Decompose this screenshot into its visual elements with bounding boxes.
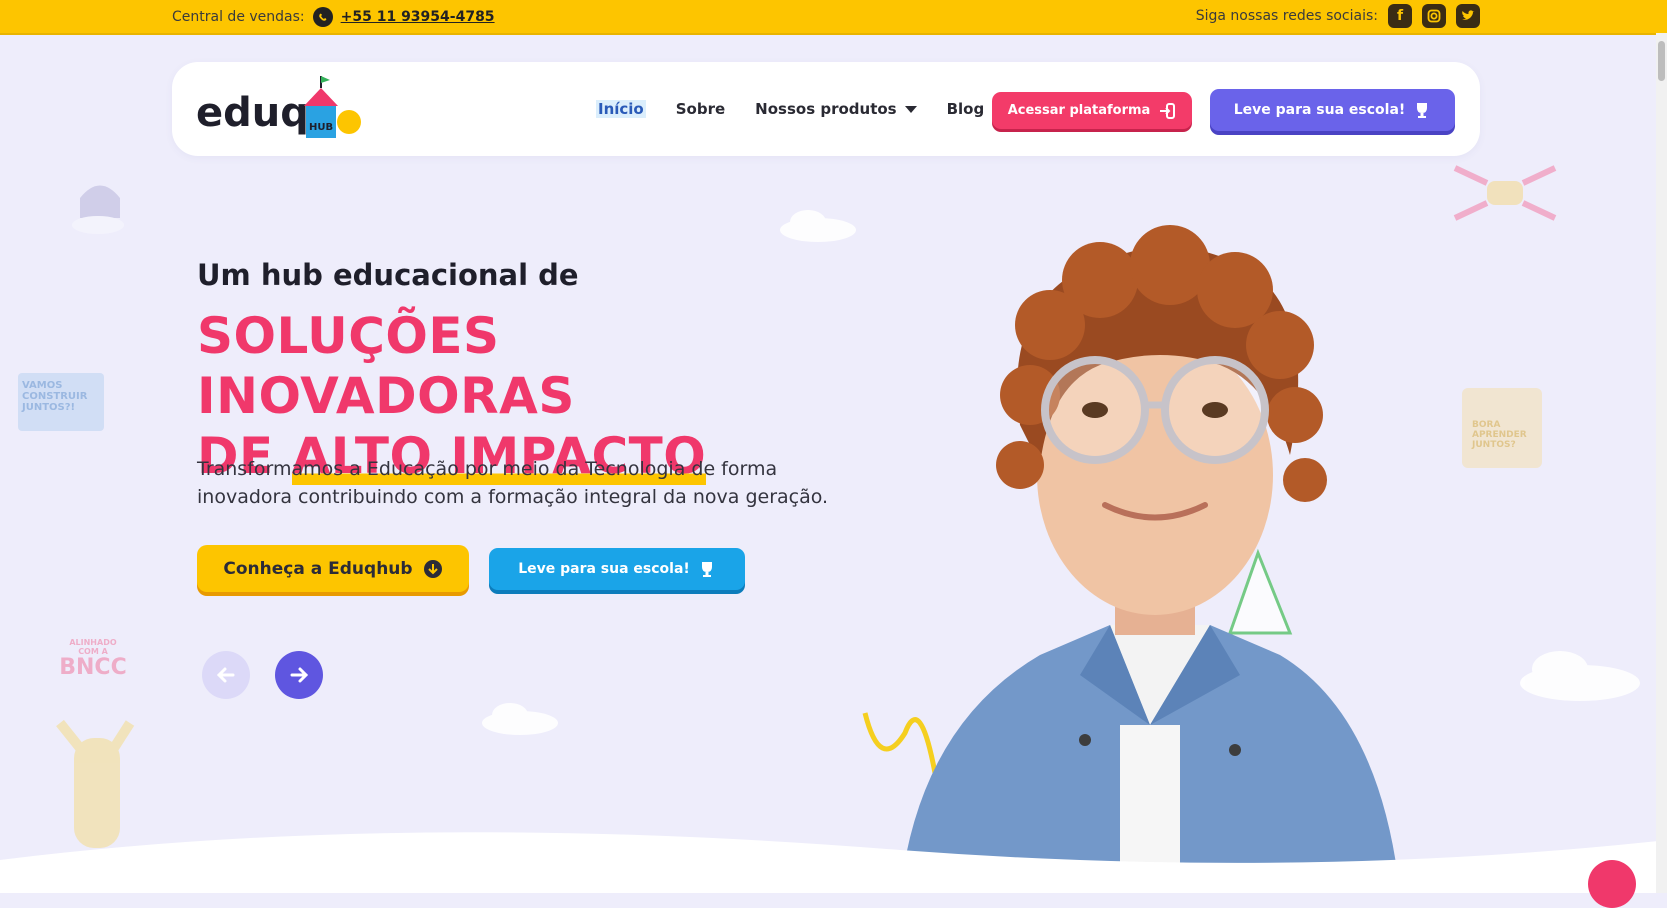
- ground-wave: [0, 832, 1667, 893]
- main-navbar: eduq HUB Início Sobre Nossos produtos Bl…: [172, 62, 1480, 156]
- svg-text:HUB: HUB: [309, 122, 333, 133]
- hero-take-to-school-label: Leve para sua escola!: [518, 561, 690, 577]
- sales-contact: Central de vendas: +55 11 93954-4785: [172, 7, 495, 27]
- hero-intro: Um hub educacional de: [197, 258, 579, 292]
- vamos-construir-badge: VAMOS CONSTRUIR JUNTOS?!: [22, 380, 88, 413]
- bncc-caption: ALINHADO COM A: [69, 638, 117, 656]
- take-to-school-label: Leve para sua escola!: [1233, 102, 1406, 118]
- instagram-icon[interactable]: [1422, 4, 1446, 28]
- chevron-down-icon: [904, 106, 917, 113]
- hero-take-to-school-button[interactable]: Leve para sua escola!: [489, 548, 745, 590]
- top-bar: Central de vendas: +55 11 93954-4785 Sig…: [0, 0, 1667, 35]
- page-scrollbar[interactable]: [1656, 33, 1667, 893]
- discover-eduqhub-button[interactable]: Conheça a Eduqhub: [197, 545, 469, 592]
- trophy-icon: [701, 562, 712, 577]
- arrow-right-icon: [290, 667, 309, 683]
- access-platform-button[interactable]: Acessar plataforma: [992, 92, 1192, 129]
- nav-link-blog[interactable]: Blog: [947, 100, 985, 118]
- hero-description: Transformamos a Educação por meio da Tec…: [197, 458, 829, 508]
- access-platform-label: Acessar plataforma: [1007, 103, 1151, 118]
- arrow-down-circle-icon: [423, 559, 442, 578]
- svg-text:eduq: eduq: [196, 90, 309, 136]
- social-label: Siga nossas redes sociais:: [1195, 8, 1378, 24]
- carousel-next-button[interactable]: [275, 651, 323, 699]
- nav-link-inicio[interactable]: Início: [596, 100, 646, 118]
- facebook-icon[interactable]: f: [1388, 4, 1412, 28]
- bora-aprender-badge: BORA APRENDER JUNTOS?: [1472, 420, 1527, 450]
- twitter-icon[interactable]: [1456, 4, 1480, 28]
- trophy-icon: [1417, 103, 1428, 118]
- take-to-school-button[interactable]: Leve para sua escola!: [1210, 89, 1455, 131]
- nav-link-sobre[interactable]: Sobre: [676, 100, 725, 118]
- arrow-left-icon: [216, 667, 235, 683]
- carousel-prev-button[interactable]: [202, 651, 250, 699]
- hero-boy-image: [900, 225, 1400, 893]
- nav-link-produtos[interactable]: Nossos produtos: [755, 100, 917, 118]
- bncc-badge: BNCC: [59, 655, 127, 680]
- discover-eduqhub-label: Conheça a Eduqhub: [223, 558, 413, 579]
- social-links: Siga nossas redes sociais: f: [1196, 4, 1480, 28]
- whatsapp-icon: [312, 7, 333, 27]
- login-icon: [1160, 102, 1176, 119]
- eduqhub-logo[interactable]: eduq HUB: [196, 74, 366, 144]
- sales-label: Central de vendas:: [172, 9, 305, 25]
- chat-widget-button[interactable]: [1588, 860, 1636, 908]
- scrollbar-thumb[interactable]: [1658, 41, 1665, 81]
- nav-links: Início Sobre Nossos produtos Blog: [596, 100, 984, 118]
- nav-link-produtos-label: Nossos produtos: [755, 100, 897, 118]
- hero-title-line1: SOLUÇÕES INOVADORAS: [197, 307, 575, 425]
- sales-phone-link[interactable]: +55 11 93954-4785: [341, 9, 495, 25]
